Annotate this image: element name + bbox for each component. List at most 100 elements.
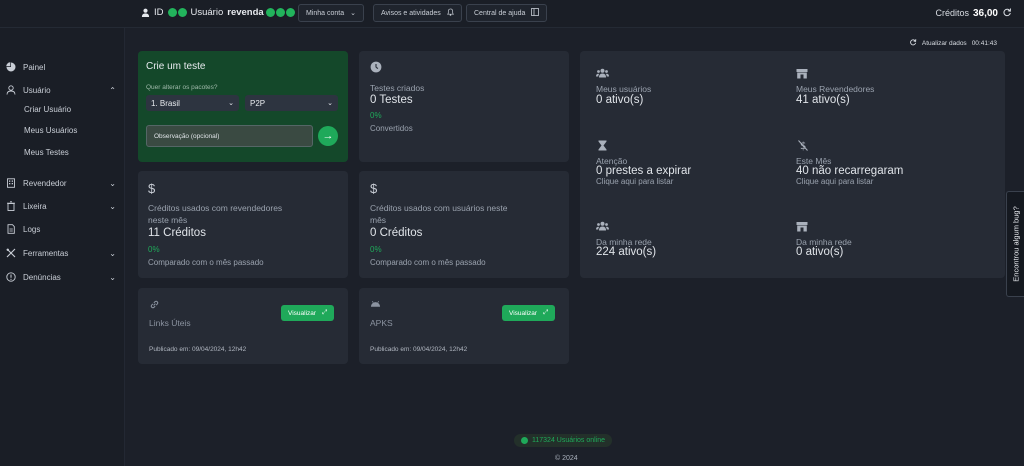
sidebar-subitem-my-tests[interactable]: Meus Testes [24, 148, 69, 157]
reseller-credits-pct: 0% [148, 245, 160, 254]
tests-created-pct: 0% [370, 111, 382, 120]
apks-published: Publicado em: 09/04/2024, 12h42 [370, 346, 468, 353]
reseller-credits-sub: Comparado com o mês passado [148, 258, 264, 267]
user-credits-value: 0 Créditos [370, 227, 423, 239]
my-account-button[interactable]: Minha conta ⌄ [298, 4, 365, 22]
sidebar-item-reports[interactable]: Denúncias ⌄ [6, 272, 116, 282]
reseller-credits-line1: Créditos usados com revendedores [148, 203, 283, 213]
dollar-icon: $ [148, 181, 156, 196]
refresh-data[interactable]: Atualizar dados 00:41:43 [909, 38, 997, 48]
alert-circle-icon [6, 272, 16, 282]
clock-icon [370, 61, 382, 76]
sidebar-item-reseller[interactable]: Revendedor ⌄ [6, 178, 116, 188]
help-center-button[interactable]: Central de ajuda [466, 4, 548, 22]
chevron-down-icon: ⌄ [228, 100, 234, 107]
sidebar: Painel Usuário ⌃ Criar Usuário Meus Usuá… [0, 28, 125, 466]
create-test-title: Crie um teste [146, 61, 206, 72]
links-card: Links Úteis Visualizar ⤢ Publicado em: 0… [138, 288, 348, 364]
user-credits-card: $ Créditos usados com usuários neste mês… [359, 171, 569, 278]
redacted-id [167, 8, 177, 17]
my-resellers-value: 41 ativo(s) [796, 94, 850, 106]
id-label: ID [154, 7, 164, 18]
this-month-value: 40 não recarregaram [796, 165, 904, 177]
user-credits-sub: Comparado com o mês passado [370, 258, 486, 267]
book-icon [531, 8, 540, 18]
android-icon [370, 299, 381, 310]
users-icon [596, 68, 609, 81]
sidebar-item-logs[interactable]: Logs [6, 224, 116, 234]
top-bar: ID Usuário revenda Minha conta ⌄ Avisos … [0, 0, 1024, 28]
user-info: ID Usuário revenda [140, 7, 295, 18]
hourglass-icon [598, 140, 607, 154]
my-users-label: Meus usuários [596, 84, 652, 94]
tests-created-card: Testes criados 0 Testes 0% Convertidos [359, 51, 569, 162]
online-users-badge: 117324 Usuários online [514, 434, 613, 447]
user-credits-line2: mês [370, 215, 387, 225]
sidebar-subitem-my-users[interactable]: Meus Usuários [24, 126, 77, 135]
chevron-down-icon: ⌄ [327, 100, 333, 107]
chevron-down-icon: ⌄ [109, 178, 116, 188]
create-test-button[interactable]: → [318, 126, 338, 146]
tests-created-value: 0 Testes [370, 94, 413, 106]
store-icon [796, 68, 808, 82]
refresh-time: 00:41:43 [971, 39, 997, 47]
tests-created-label: Testes criados [370, 83, 425, 93]
report-bug-tab[interactable]: Encontrou algum bug? [1006, 191, 1024, 297]
apks-title: APKS [370, 318, 393, 328]
user-name: revenda [227, 7, 264, 18]
trash-icon [6, 201, 16, 211]
file-icon [6, 224, 16, 234]
chevron-up-icon: ⌃ [109, 85, 116, 95]
package-question: Quer alterar os pacotes? [146, 84, 218, 91]
sidebar-item-user[interactable]: Usuário ⌃ [6, 85, 116, 95]
sidebar-item-tools[interactable]: Ferramentas ⌄ [6, 248, 116, 258]
expand-icon: ⤢ [322, 309, 328, 316]
refresh-icon [909, 38, 917, 48]
attention-value: 0 prestes a expirar [596, 165, 692, 177]
building-icon [6, 178, 16, 188]
pie-chart-icon [6, 62, 16, 72]
user-credits-line1: Créditos usados com usuários neste [370, 203, 508, 213]
dollar-icon: $ [370, 181, 378, 196]
observation-input[interactable]: Observação (opcional) [146, 125, 313, 147]
copyright: © 2024 [555, 455, 578, 462]
chevron-down-icon: ⌄ [109, 272, 116, 282]
reseller-credits-line2: neste mês [148, 215, 188, 225]
apks-view-button[interactable]: Visualizar ⤢ [502, 305, 556, 321]
credits-value: 36,00 [972, 7, 998, 19]
my-resellers-label: Meus Revendedores [796, 84, 875, 94]
reseller-credits-value: 11 Créditos [148, 227, 206, 239]
sidebar-item-panel[interactable]: Painel [6, 62, 116, 72]
credits-display: Créditos 36,00 [935, 7, 1012, 19]
package-select[interactable]: P2P ⌄ [245, 95, 338, 111]
no-money-icon: $ [798, 140, 808, 154]
links-title: Links Úteis [149, 318, 191, 328]
reseller-credits-card: $ Créditos usados com revendedores neste… [138, 171, 348, 278]
attention-list-link[interactable]: Clique aqui para listar [596, 177, 673, 186]
tests-created-sub: Convertidos [370, 124, 413, 133]
stats-panel: Meus usuários 0 ativo(s) Meus Revendedor… [580, 51, 1005, 278]
sidebar-item-trash[interactable]: Lixeira ⌄ [6, 201, 116, 211]
this-month-list-link[interactable]: Clique aqui para listar [796, 177, 873, 186]
arrow-right-icon: → [322, 130, 334, 142]
refresh-credits-icon[interactable] [1002, 7, 1012, 19]
network-resellers-value: 0 ativo(s) [796, 246, 844, 258]
expand-icon: ⤢ [543, 309, 549, 316]
link-icon [149, 299, 160, 312]
chevron-down-icon: ⌄ [109, 248, 116, 258]
chevron-down-icon: ⌄ [109, 201, 116, 211]
user-icon [140, 8, 150, 18]
network-users-value: 224 ativo(s) [596, 246, 657, 258]
my-users-value: 0 ativo(s) [596, 94, 644, 106]
bell-icon [446, 8, 454, 18]
create-test-card: Crie um teste Quer alterar os pacotes? 1… [138, 51, 348, 162]
notices-button[interactable]: Avisos e atividades [373, 4, 462, 22]
country-select[interactable]: 1. Brasil ⌄ [146, 95, 239, 111]
user-label: Usuário [190, 7, 224, 18]
users-icon [596, 221, 609, 234]
user-credits-pct: 0% [370, 245, 382, 254]
links-view-button[interactable]: Visualizar ⤢ [281, 305, 335, 321]
tools-icon [6, 248, 16, 258]
user-icon [6, 85, 16, 95]
sidebar-subitem-create-user[interactable]: Criar Usuário [24, 105, 71, 114]
